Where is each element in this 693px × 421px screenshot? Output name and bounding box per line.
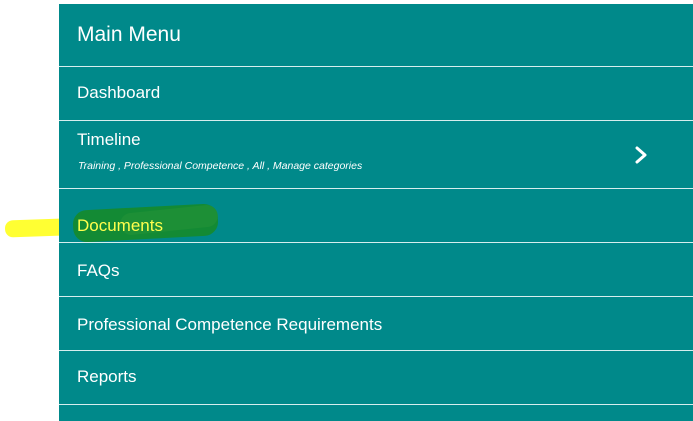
menu-item-subtitle: Training , Professional Competence , All… [78, 160, 363, 172]
menu-item-reports[interactable]: Reports [59, 351, 693, 405]
menu-item-label-documents: Documents [77, 216, 163, 235]
menu-item-label: Reports [77, 367, 137, 386]
menu-title: Main Menu [77, 23, 181, 46]
menu-item-faqs[interactable]: FAQs [59, 243, 693, 297]
menu-item-label: Dashboard [77, 83, 161, 102]
page: Main Menu Dashboard Timeline Training , … [0, 0, 693, 421]
menu-item-professional-competence-requirements[interactable]: Professional Competence Requirements [59, 297, 693, 351]
menu-item-timeline[interactable]: Timeline Training , Professional Compete… [59, 121, 693, 189]
chevron-right-icon[interactable] [633, 145, 649, 165]
menu-item-label: Timeline [77, 130, 141, 149]
menu-item-label: FAQs [77, 261, 120, 280]
menu-header: Main Menu [59, 4, 693, 67]
menu-item-dashboard[interactable]: Dashboard [59, 67, 693, 121]
menu-item-label: Professional Competence Requirements [77, 315, 383, 334]
